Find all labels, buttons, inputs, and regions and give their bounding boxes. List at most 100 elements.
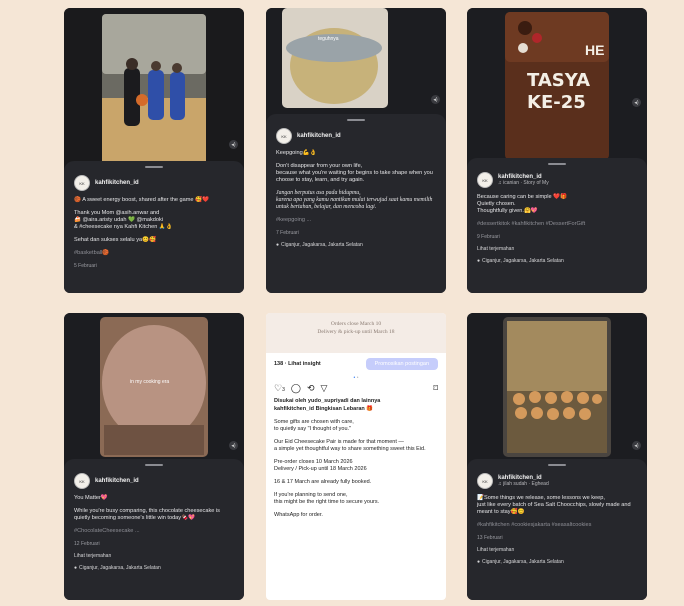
post-date: 7 Februari [276,230,299,236]
post-photo: TASYA KE-25 HE [467,8,647,168]
action-bar: ♡3 ◯ ⟲ ▽ ⌑ [266,381,446,398]
location[interactable]: ● Ciganjur, Jagakarsa, Jakarta Selatan [276,242,436,248]
username[interactable]: kahfikitchen_id [297,133,341,139]
basketball-photo [102,14,206,164]
caption-text: Pre-order closes 10 March 2026 Delivery … [274,459,367,472]
caption-text: Thank you Mom @asih.anwar and 🍰 @aira.ar… [74,210,173,230]
location-pin-icon: ● [477,258,481,264]
avatar[interactable]: KK [477,172,493,188]
mute-icon[interactable]: ◂) [632,98,641,107]
post-photo: in my cooking era [64,313,244,463]
location-pin-icon: ● [276,242,280,248]
share-icon[interactable]: ▽ [320,383,327,394]
promote-button[interactable]: Promosikan postingan [365,358,438,370]
post-card-birthday-cake[interactable]: TASYA KE-25 HE ◂) KK kahfikitchen_id ♫ i… [467,8,647,293]
drag-handle[interactable] [548,464,566,466]
caption-text: Because caring can be simple ❤️🎁 Quietly… [477,194,568,214]
post-date: 5 Februari [74,263,97,269]
caption-text: 16 & 17 March are already fully booked. [274,479,372,485]
location[interactable]: ● Ciganjur, Jagakarsa, Jakarta Selatan [477,258,637,264]
hashtags[interactable]: #keepgoing ... [276,217,436,224]
caption-text: 🏀 A sweet energy boost, shared after the… [74,197,210,203]
caption-sheet: KK kahfikitchen_id ♫ jilah sudah · Eghea… [467,459,647,600]
mute-icon[interactable]: ◂) [229,441,238,450]
cheesecake-batter-photo [64,313,244,463]
post-date: 12 Februari [74,541,100,547]
translate-link[interactable]: Lihat terjemahan [477,246,637,252]
insight-link[interactable]: 138 · Lihat insight [274,361,321,367]
post-header: KK kahfikitchen_id [74,473,234,489]
location-label: Ciganjur, Jagakarsa, Jakarta Selatan [79,565,161,571]
post-card-lebaran[interactable]: Orders close March 10 Delivery & pick-up… [266,313,446,600]
translate-link[interactable]: Lihat terjemahan [477,547,637,553]
mute-icon[interactable]: ◂) [431,95,440,104]
post-header: KK kahfikitchen_id [276,128,436,144]
cake-text: TASYA [527,70,591,91]
post-date: 13 Februari [477,535,503,541]
drag-handle[interactable] [145,166,163,168]
music-label[interactable]: ♫ jilah sudah · Eghead [498,481,549,487]
hashtags[interactable]: #kahfikitchen #cookiesjakarta #seasaltco… [477,522,637,529]
post-header: KK kahfikitchen_id ♫ jilah sudah · Eghea… [477,473,637,489]
baking-pan-photo [266,8,446,118]
post-card-keepgoing[interactable]: teguhnya ◂) KK kahfikitchen_id Keepgoing… [266,8,446,293]
post-date: 9 Februari [477,234,500,240]
post-photo: teguhnya [266,8,446,118]
avatar[interactable]: KK [477,473,493,489]
caption-text: Don't disappear from your own life, beca… [276,163,433,183]
mute-icon[interactable]: ◂) [632,441,641,450]
caption-body: Disukai oleh yudo_supriyadi dan lainnya … [266,398,446,519]
location-label: Ciganjur, Jagakarsa, Jakarta Selatan [281,242,363,248]
location-label: Ciganjur, Jagakarsa, Jakarta Selatan [482,258,564,264]
caption-text: Some gifts are chosen with care, to quie… [274,419,354,432]
insight-bar: 138 · Lihat insight Promosikan postingan [266,353,446,375]
location-label: Ciganjur, Jagakarsa, Jakarta Selatan [482,559,564,565]
drag-handle[interactable] [347,119,365,121]
banner-text: Orders close March 10 [330,321,382,327]
caption-text: WhatsApp for order. [274,512,323,518]
location-pin-icon: ● [74,565,78,571]
caption-text: You Matter💖 [74,495,108,501]
username[interactable]: kahfikitchen_id [95,478,139,484]
avatar[interactable]: KK [74,473,90,489]
username[interactable]: kahfikitchen_id [95,180,139,186]
mute-icon[interactable]: ◂) [229,140,238,149]
post-photo [64,8,244,168]
photo-caption: teguhnya [318,36,339,42]
music-label[interactable]: ♫ icanian · Story of My [498,180,549,186]
post-card-basketball[interactable]: ◂) KK kahfikitchen_id 🏀 A sweet energy b… [64,8,244,293]
caption-text: 📝Some things we release, some lessons we… [477,495,631,515]
caption-sheet: KK kahfikitchen_id You Matter💖 While you… [64,459,244,600]
cake-text: KE-25 [527,92,586,113]
cookies-oven-photo [467,313,647,463]
avatar[interactable]: KK [74,175,90,191]
avatar[interactable]: KK [276,128,292,144]
banner-text: Delivery & pick-up until March 18 [317,329,395,335]
comment-icon[interactable]: ◯ [291,383,301,394]
caption-text-italic: Jangan berputus asa pada hidupmu, karena… [276,190,433,210]
heart-icon[interactable]: ♡3 [274,383,285,394]
post-header: KK kahfikitchen_id [74,175,234,191]
translate-link[interactable]: Lihat terjemahan [74,553,234,559]
hashtags[interactable]: #ChocolateCheesecake ... [74,528,234,535]
caption-text: While you're busy comparing, this chocol… [74,508,220,521]
post-photo [467,313,647,463]
liked-by[interactable]: Disukai oleh yudo_supriyadi dan lainnya [274,398,438,405]
caption-sheet: KK kahfikitchen_id ♫ icanian · Story of … [467,158,647,293]
post-card-chocolate-cheesecake[interactable]: in my cooking era ◂) KK kahfikitchen_id … [64,313,244,600]
post-image-banner: Orders close March 10 Delivery & pick-up… [266,313,446,353]
hashtags[interactable]: #dessertkitok #kahfikitchen #DessertForG… [477,221,637,228]
photo-caption: in my cooking era [130,379,170,385]
hashtags[interactable]: #basketball🏀 [74,250,234,257]
caption-sheet: KK kahfikitchen_id 🏀 A sweet energy boos… [64,161,244,293]
location[interactable]: ● Ciganjur, Jagakarsa, Jakarta Selatan [74,565,234,571]
drag-handle[interactable] [548,163,566,165]
drag-handle[interactable] [145,464,163,466]
location[interactable]: ● Ciganjur, Jagakarsa, Jakarta Selatan [477,559,637,565]
bookmark-icon[interactable]: ⌑ [433,383,438,394]
caption-text: Sehat dan sukses selalu ya😊🥰 [74,237,157,243]
caption-head: kahfikitchen_id Bingkisan Lebaran 🎁 [274,406,374,412]
repost-icon[interactable]: ⟲ [307,383,315,394]
post-card-cookies[interactable]: ◂) KK kahfikitchen_id ♫ jilah sudah · Eg… [467,313,647,600]
caption-sheet: KK kahfikitchen_id Keepgoing💪👌 Don't dis… [266,114,446,293]
